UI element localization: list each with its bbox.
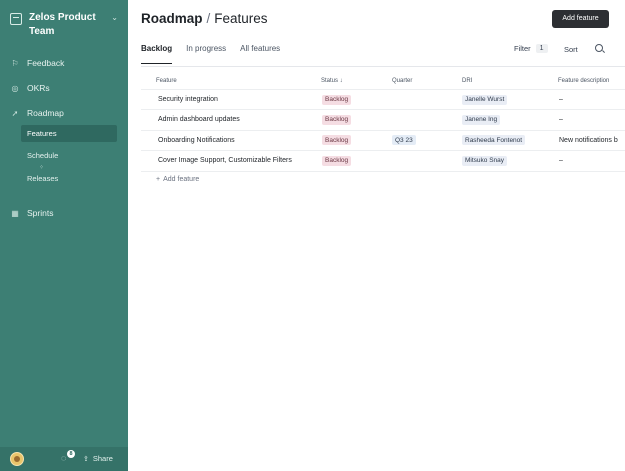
avatar[interactable] bbox=[10, 452, 24, 466]
sidebar-item-feedback[interactable]: ⚐ Feedback bbox=[10, 58, 64, 68]
share-button[interactable]: ⇪ Share bbox=[83, 454, 113, 463]
dri-chip[interactable]: Mitsuko Snay bbox=[462, 155, 508, 166]
add-feature-row-button[interactable]: + Add feature bbox=[156, 176, 199, 183]
table-row[interactable]: Onboarding Notifications Backlog Q3 23 R… bbox=[141, 131, 625, 151]
tab-in-progress[interactable]: In progress bbox=[186, 44, 226, 64]
divider bbox=[141, 66, 625, 67]
chevron-down-icon[interactable]: ⌄ bbox=[111, 13, 118, 22]
sidebar-item-label: Roadmap bbox=[27, 108, 64, 118]
feature-description[interactable]: New notifications b bbox=[559, 137, 618, 144]
status-badge[interactable]: Backlog bbox=[322, 94, 352, 105]
breadcrumb-separator: / bbox=[206, 11, 211, 26]
table-row[interactable]: Security integration Backlog Janelle Wur… bbox=[141, 89, 625, 110]
status-badge[interactable]: Backlog bbox=[322, 155, 352, 166]
sort-button[interactable]: Sort bbox=[564, 45, 578, 54]
notification-badge: 8 bbox=[67, 450, 75, 458]
filter-label: Filter bbox=[514, 44, 531, 53]
sidebar-subitem-features[interactable]: Features bbox=[21, 125, 117, 142]
column-header-status[interactable]: Status ↓ bbox=[321, 78, 343, 84]
dri-chip[interactable]: Janene Ing bbox=[462, 114, 501, 125]
page-title: Roadmap / Features bbox=[141, 11, 268, 26]
filter-button[interactable]: Filter 1 bbox=[514, 44, 548, 53]
status-badge[interactable]: Backlog bbox=[322, 114, 352, 125]
sidebar-item-label: OKRs bbox=[27, 83, 50, 93]
add-feature-button[interactable]: Add feature bbox=[552, 10, 609, 28]
sidebar-footer: ◌ 8 ⇪ Share bbox=[0, 447, 128, 471]
bell-icon[interactable]: ◌ bbox=[61, 453, 66, 463]
sidebar: Zelos Product Team ⌄ ⚐ Feedback ◎ OKRs ➚… bbox=[0, 0, 128, 471]
tab-backlog[interactable]: Backlog bbox=[141, 44, 173, 64]
sidebar-item-label: Feedback bbox=[27, 58, 65, 68]
sidebar-item-roadmap[interactable]: ➚ Roadmap bbox=[10, 108, 64, 118]
add-feature-label: Add feature bbox=[163, 176, 200, 183]
team-name: Zelos Product Team bbox=[29, 12, 96, 37]
filter-count-badge: 1 bbox=[535, 44, 548, 53]
workspace-icon bbox=[10, 13, 22, 25]
main-content: Roadmap / Features Add feature Backlog In … bbox=[128, 0, 625, 471]
column-header-dri[interactable]: DRI bbox=[462, 78, 472, 84]
status-badge[interactable]: Backlog bbox=[322, 135, 352, 145]
tab-all-features[interactable]: All features bbox=[240, 44, 280, 64]
feature-description[interactable]: – bbox=[559, 96, 563, 103]
sidebar-item-sprints[interactable]: ▦ Sprints bbox=[10, 208, 53, 218]
column-header-feature[interactable]: Feature bbox=[156, 78, 177, 84]
target-icon: ◎ bbox=[11, 83, 19, 93]
table-row[interactable]: Cover Image Support, Customizable Filter… bbox=[141, 151, 625, 172]
quarter-chip[interactable]: Q3 23 bbox=[392, 135, 416, 145]
feature-name[interactable]: Security integration bbox=[158, 96, 218, 103]
sidebar-item-okrs[interactable]: ◎ OKRs bbox=[10, 83, 50, 93]
breadcrumb-page: Features bbox=[214, 11, 268, 26]
breadcrumb-section[interactable]: Roadmap bbox=[141, 11, 203, 26]
view-tabs: Backlog In progress All features bbox=[141, 44, 294, 64]
dri-chip[interactable]: Janelle Wurst bbox=[462, 94, 508, 105]
column-header-quarter[interactable]: Quarter bbox=[392, 78, 412, 84]
feature-name[interactable]: Cover Image Support, Customizable Filter… bbox=[158, 157, 292, 164]
feature-name[interactable]: Admin dashboard updates bbox=[158, 116, 240, 123]
feature-name[interactable]: Onboarding Notifications bbox=[158, 137, 235, 144]
sidebar-subitem-releases[interactable]: Releases bbox=[21, 170, 117, 187]
feature-description[interactable]: – bbox=[559, 116, 563, 123]
sidebar-item-label: Sprints bbox=[27, 208, 54, 218]
search-icon[interactable] bbox=[595, 44, 603, 52]
table-row[interactable]: Admin dashboard updates Backlog Janene I… bbox=[141, 110, 625, 131]
team-switcher[interactable]: Zelos Product Team ⌄ bbox=[10, 11, 122, 39]
share-icon: ⇪ bbox=[83, 455, 89, 463]
share-label: Share bbox=[92, 454, 113, 463]
column-header-description[interactable]: Feature description bbox=[558, 78, 609, 84]
feature-description[interactable]: – bbox=[559, 157, 563, 164]
sidebar-subitem-schedule[interactable]: Schedule bbox=[21, 147, 117, 164]
calendar-icon: ▦ bbox=[11, 208, 19, 218]
rocket-icon: ➚ bbox=[11, 108, 19, 118]
feedback-icon: ⚐ bbox=[11, 58, 19, 68]
dri-chip[interactable]: Rasheeda Fontenot bbox=[462, 135, 526, 145]
plus-icon: + bbox=[156, 176, 161, 183]
